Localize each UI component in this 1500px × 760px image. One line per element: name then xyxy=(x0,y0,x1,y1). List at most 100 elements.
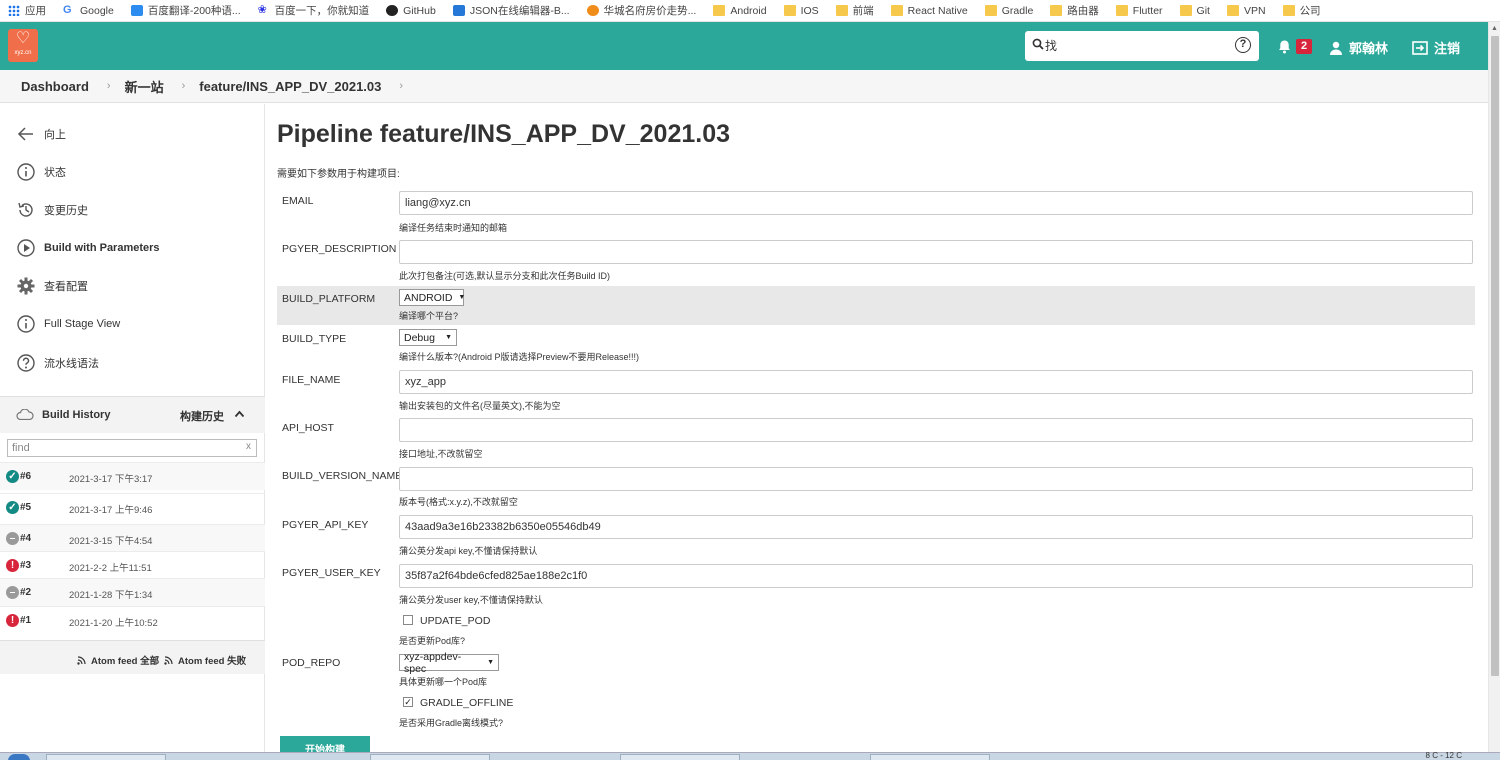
help-icon[interactable]: ? xyxy=(1235,37,1251,53)
pod-repo-select[interactable]: xyz-appdev-spec ▼ xyxy=(399,651,499,675)
atom-feed-all-link[interactable]: Atom feed 全部 xyxy=(77,653,159,667)
clear-filter-button[interactable]: x xyxy=(246,441,251,452)
sidebar-item-up[interactable]: 向上 xyxy=(16,124,66,144)
pgyer-description-field[interactable] xyxy=(399,240,1473,264)
dropdown-arrow-icon: ▼ xyxy=(458,294,466,301)
build-filter-box: x xyxy=(7,439,257,457)
bookmark-json-editor[interactable]: JSON在线编辑器-B... xyxy=(452,3,570,18)
breadcrumb-job[interactable]: 新一站 xyxy=(125,77,164,96)
bookmark-folder-android[interactable]: Android xyxy=(713,5,767,17)
folder-icon xyxy=(1226,5,1239,16)
pgyer-user-key-field[interactable] xyxy=(399,564,1473,588)
build-date[interactable]: 2021-1-28 下午1:34 xyxy=(69,587,152,601)
bookmark-folder-react-native[interactable]: React Native xyxy=(890,5,968,17)
bookmark-baidu[interactable]: ❀ 百度一下，你就知道 xyxy=(258,3,370,18)
build-number[interactable]: #4 xyxy=(20,533,31,544)
logo-heart-icon: ♡ xyxy=(15,30,31,47)
bookmark-folder-router[interactable]: 路由器 xyxy=(1050,3,1099,18)
rss-icon xyxy=(164,655,173,665)
notification-badge[interactable]: 2 xyxy=(1296,39,1312,54)
atom-feed-failed-link[interactable]: Atom feed 失败 xyxy=(164,653,246,667)
param-label: BUILD_TYPE xyxy=(282,333,347,345)
build-number[interactable]: #2 xyxy=(20,587,31,598)
taskbar-app[interactable] xyxy=(870,754,990,760)
build-date[interactable]: 2021-1-20 上午10:52 xyxy=(69,615,158,629)
email-field[interactable] xyxy=(399,191,1473,215)
user-menu[interactable]: 郭翰林 xyxy=(1329,38,1388,57)
param-api-host: API_HOST 接口地址,不改就留空 xyxy=(277,415,1475,463)
bookmark-github[interactable]: GitHub xyxy=(386,5,436,17)
sidebar-item-configuration[interactable]: 查看配置 xyxy=(16,276,88,296)
param-description: 版本号(格式:x.y.z),不改就留空 xyxy=(399,497,518,507)
house-icon xyxy=(586,5,599,16)
breadcrumb-separator-icon[interactable]: › xyxy=(399,80,403,92)
breadcrumb-dashboard[interactable]: Dashboard xyxy=(21,79,89,94)
build-row[interactable]: – #2 2021-1-28 下午1:34 xyxy=(0,578,265,606)
apps-icon xyxy=(8,5,20,16)
bookmark-house-price[interactable]: 华城名府房价走势... xyxy=(586,3,696,18)
bookmark-folder-vpn[interactable]: VPN xyxy=(1226,5,1266,17)
sidebar-item-changes[interactable]: 变更历史 xyxy=(16,200,88,220)
build-number[interactable]: #1 xyxy=(20,615,31,626)
bookmark-folder-ios[interactable]: IOS xyxy=(783,5,819,17)
chevron-up-icon[interactable] xyxy=(234,410,245,418)
scrollbar-thumb[interactable] xyxy=(1491,36,1499,676)
build-row[interactable]: ! #1 2021-1-20 上午10:52 xyxy=(0,606,265,634)
build-date[interactable]: 2021-3-17 上午9:46 xyxy=(69,502,152,516)
build-date[interactable]: 2021-2-2 上午11:51 xyxy=(69,560,152,574)
checkbox-label[interactable]: UPDATE_POD xyxy=(420,615,490,627)
sidebar-item-full-stage-view[interactable]: Full Stage View xyxy=(16,314,120,334)
build-number[interactable]: #6 xyxy=(20,471,31,482)
build-platform-select[interactable]: ANDROID ▼ xyxy=(399,289,466,306)
api-host-field[interactable] xyxy=(399,418,1473,442)
page-scrollbar[interactable]: ▲ xyxy=(1488,22,1500,760)
param-description: 是否更新Pod库? xyxy=(399,636,466,646)
bookmark-folder-frontend[interactable]: 前端 xyxy=(835,3,874,18)
aborted-icon: – xyxy=(6,586,19,599)
sidebar-item-pipeline-syntax[interactable]: 流水线语法 xyxy=(16,353,99,373)
taskbar-app[interactable] xyxy=(370,754,490,760)
taskbar-app[interactable] xyxy=(620,754,740,760)
build-row[interactable]: ✓ #6 2021-3-17 下午3:17 xyxy=(0,462,265,490)
pgyer-api-key-field[interactable] xyxy=(399,515,1473,539)
checkbox-label[interactable]: GRADLE_OFFLINE xyxy=(420,697,513,709)
breadcrumb-separator-icon: › xyxy=(181,80,186,92)
build-date[interactable]: 2021-3-15 下午4:54 xyxy=(69,533,152,547)
logout-button[interactable]: 注销 xyxy=(1412,38,1460,57)
app-header: ♡ xyz.cn ? 2 郭翰林 注销 xyxy=(0,22,1488,70)
build-version-name-field[interactable] xyxy=(399,467,1473,491)
bookmark-google[interactable]: G Google xyxy=(63,5,114,17)
bookmark-folder-gradle[interactable]: Gradle xyxy=(984,5,1033,17)
breadcrumb-branch[interactable]: feature/INS_APP_DV_2021.03 xyxy=(199,79,381,94)
build-number[interactable]: #5 xyxy=(20,502,31,513)
start-button[interactable] xyxy=(8,754,30,760)
build-row[interactable]: ✓ #5 2021-3-17 上午9:46 xyxy=(0,493,265,521)
bookmark-baidu-translate[interactable]: 百度翻译-200种语... xyxy=(130,3,241,18)
param-file-name: FILE_NAME 输出安装包的文件名(尽量英文),不能为空 xyxy=(277,367,1475,415)
sidebar-item-status[interactable]: 状态 xyxy=(16,162,66,182)
scroll-up-arrow-icon[interactable]: ▲ xyxy=(1491,25,1498,32)
bookmark-folder-company[interactable]: 公司 xyxy=(1282,3,1321,18)
file-name-field[interactable] xyxy=(399,370,1473,394)
build-row[interactable]: ! #3 2021-2-2 上午11:51 xyxy=(0,551,265,579)
search-input[interactable] xyxy=(1045,37,1225,55)
build-filter-input[interactable] xyxy=(8,440,238,456)
bookmark-folder-git[interactable]: Git xyxy=(1179,5,1210,17)
folder-icon xyxy=(984,5,997,16)
build-row[interactable]: – #4 2021-3-15 下午4:54 xyxy=(0,524,265,552)
sidebar-item-build-with-parameters[interactable]: Build with Parameters xyxy=(16,238,160,258)
folder-icon xyxy=(783,5,796,16)
param-gradle-offline: ✓ GRADLE_OFFLINE 是否采用Gradle离线模式? xyxy=(277,692,1475,732)
info-icon xyxy=(17,163,35,181)
build-date[interactable]: 2021-3-17 下午3:17 xyxy=(69,471,152,485)
bell-icon[interactable] xyxy=(1277,39,1292,54)
bookmark-apps[interactable]: 应用 xyxy=(8,3,46,18)
bookmark-folder-flutter[interactable]: Flutter xyxy=(1115,5,1163,17)
update-pod-checkbox[interactable] xyxy=(403,615,413,625)
history-icon xyxy=(18,202,33,217)
gradle-offline-checkbox[interactable]: ✓ xyxy=(403,697,413,707)
taskbar-app[interactable] xyxy=(46,754,166,760)
logo[interactable]: ♡ xyz.cn xyxy=(8,29,38,62)
build-type-select[interactable]: Debug ▼ xyxy=(399,329,457,346)
build-number[interactable]: #3 xyxy=(20,560,31,571)
